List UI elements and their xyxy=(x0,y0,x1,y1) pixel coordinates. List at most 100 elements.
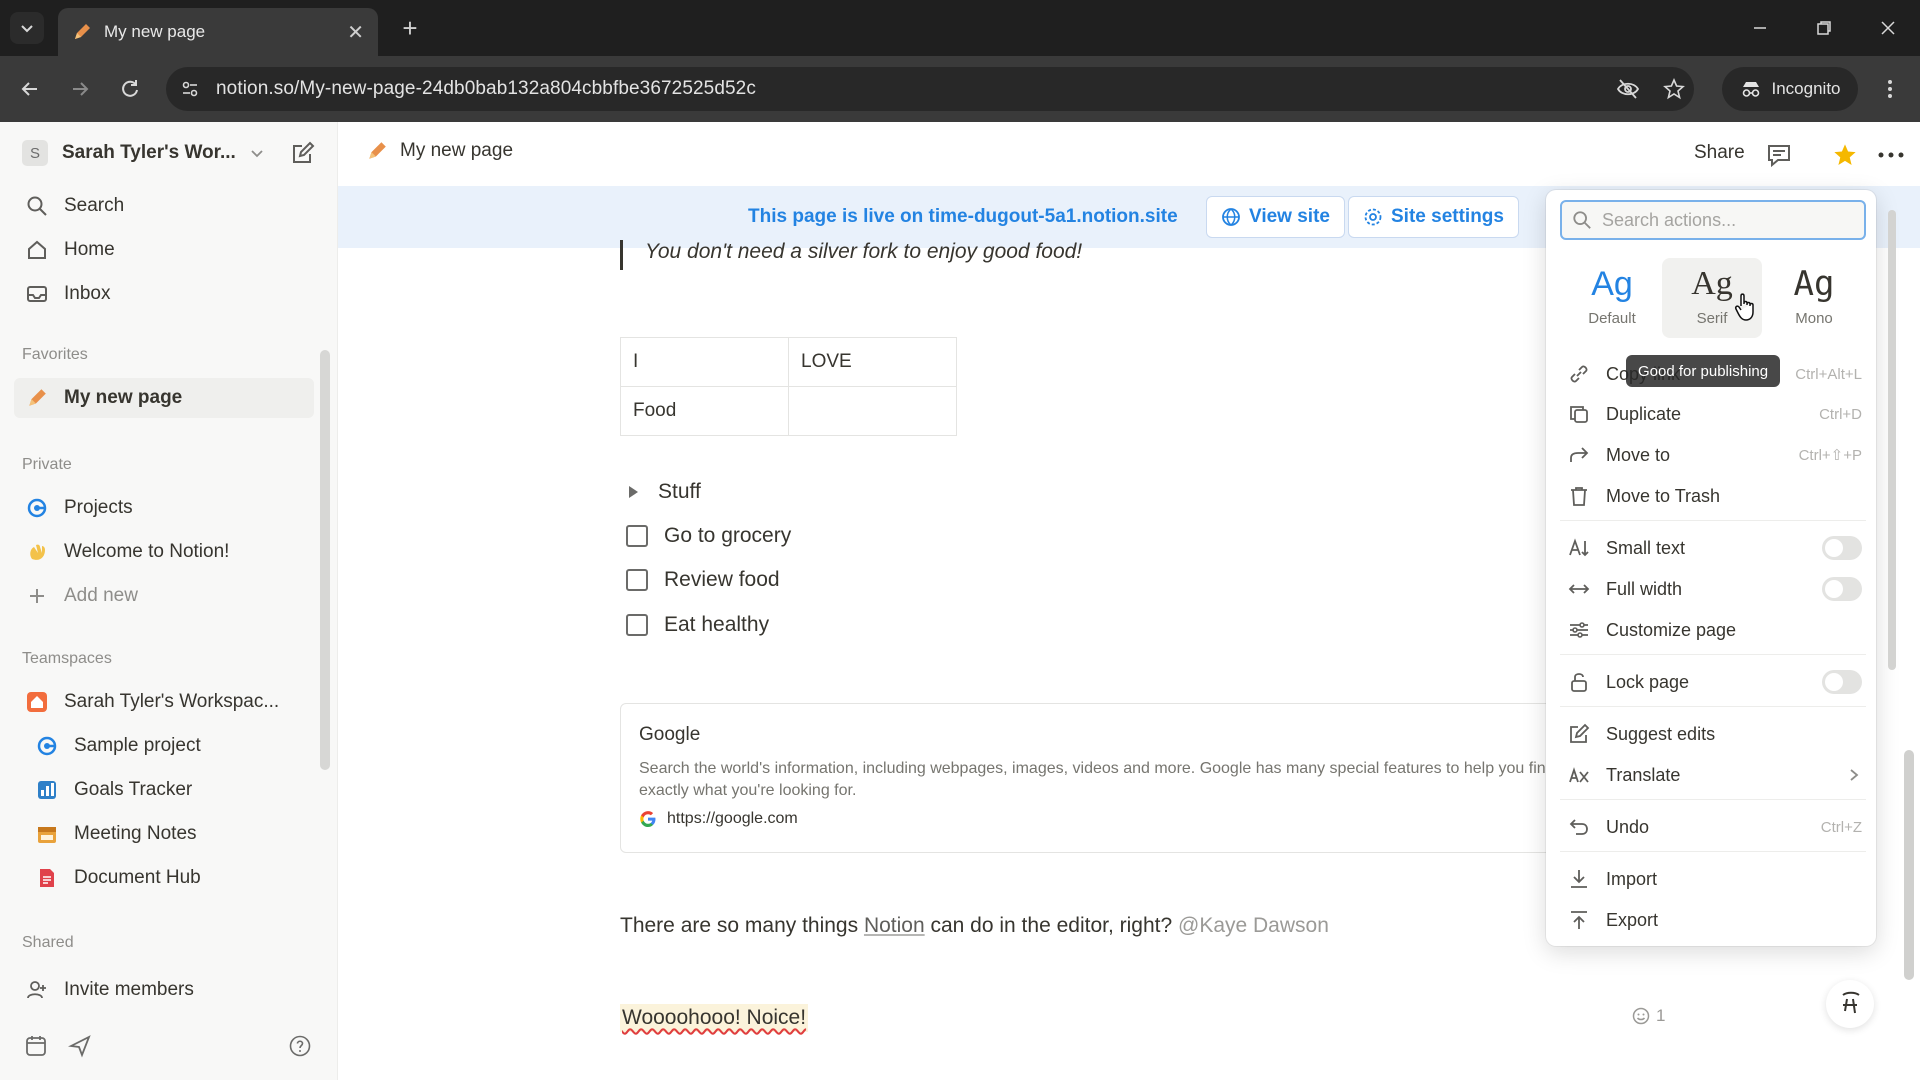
sidebar-item-label: My new page xyxy=(64,387,183,408)
todo-label[interactable]: Review food xyxy=(664,568,780,592)
restore-button[interactable] xyxy=(1804,12,1844,44)
quote-block[interactable]: You don't need a silver fork to enjoy go… xyxy=(620,240,1082,270)
breadcrumb[interactable]: My new page xyxy=(366,140,513,162)
notion-link[interactable]: Notion xyxy=(864,914,925,937)
url-field[interactable]: notion.so/My-new-page-24db0bab132a804cbb… xyxy=(166,67,1694,111)
font-option-mono[interactable]: Ag Mono xyxy=(1764,258,1864,338)
menu-item-label: Translate xyxy=(1606,764,1681,785)
favorite-button[interactable] xyxy=(1832,142,1858,168)
minimize-button[interactable] xyxy=(1740,12,1780,44)
bookmark-title: Google xyxy=(639,724,701,745)
menu-item-undo[interactable]: Undo Ctrl+Z xyxy=(1560,809,1866,845)
hand-cursor-icon xyxy=(1735,293,1754,321)
menu-item-full-width[interactable]: Full width xyxy=(1560,571,1866,607)
toggle-label: Stuff xyxy=(658,480,701,503)
menu-item-small-text[interactable]: Small text xyxy=(1560,530,1866,566)
todo-checkbox[interactable] xyxy=(626,525,648,547)
new-tab-button[interactable]: + xyxy=(396,13,424,43)
sidebar-scrollbar[interactable] xyxy=(320,350,330,770)
incognito-badge[interactable]: Incognito xyxy=(1722,67,1858,111)
reload-button[interactable] xyxy=(114,73,146,105)
menu-scrollbar[interactable] xyxy=(1888,210,1896,670)
toggle-block[interactable]: Stuff xyxy=(626,480,701,504)
new-page-button[interactable] xyxy=(290,140,316,166)
tab-list-button[interactable] xyxy=(10,12,44,44)
menu-item-suggest-edits[interactable]: Suggest edits xyxy=(1560,716,1866,752)
table-cell[interactable] xyxy=(788,386,957,436)
actions-search-input[interactable] xyxy=(1602,209,1852,231)
more-options-button[interactable] xyxy=(1878,152,1904,158)
highlighted-text-block[interactable]: Woooohooo! Noice! xyxy=(620,1004,809,1032)
menu-item-duplicate[interactable]: Duplicate Ctrl+D xyxy=(1560,396,1866,432)
incognito-label: Incognito xyxy=(1771,79,1841,98)
view-site-label: View site xyxy=(1249,206,1330,227)
comment-icon xyxy=(1768,145,1790,168)
menu-item-move-to[interactable]: Move to Ctrl+⇧+P xyxy=(1560,437,1866,473)
workspace-switcher[interactable]: S Sarah Tyler's Wor... xyxy=(22,136,322,170)
comments-button[interactable] xyxy=(1766,142,1792,168)
sidebar-item-welcome[interactable]: Welcome to Notion! xyxy=(14,532,314,572)
sidebar-item-sample-project[interactable]: Sample project xyxy=(14,726,314,766)
triangle-right-icon[interactable] xyxy=(626,485,640,499)
sidebar-item-add-new[interactable]: Add new xyxy=(14,576,314,616)
sidebar-item-inbox[interactable]: Inbox xyxy=(14,274,314,314)
help-button[interactable] xyxy=(288,1034,312,1058)
table-cell[interactable]: Food xyxy=(620,386,789,436)
todo-label[interactable]: Go to grocery xyxy=(664,524,791,548)
todo-checkbox[interactable] xyxy=(626,569,648,591)
todo-checkbox[interactable] xyxy=(626,614,648,636)
mail-app-button[interactable] xyxy=(68,1034,92,1058)
inbox-icon xyxy=(24,281,50,307)
browser-menu-button[interactable] xyxy=(1874,73,1906,105)
sidebar-item-projects[interactable]: Projects xyxy=(14,488,314,528)
sidebar-item-document-hub[interactable]: Document Hub xyxy=(14,858,314,898)
bookmark-star-button[interactable] xyxy=(1658,73,1690,105)
notion-ai-button[interactable] xyxy=(1826,980,1874,1028)
sidebar-item-workspace-teamspace[interactable]: Sarah Tyler's Workspac... xyxy=(14,682,314,722)
arrow-right-icon xyxy=(73,82,89,96)
view-site-button[interactable]: View site xyxy=(1206,196,1345,238)
menu-item-export[interactable]: Export xyxy=(1560,902,1866,938)
menu-item-move-to-trash[interactable]: Move to Trash xyxy=(1560,478,1866,514)
home-icon xyxy=(24,237,50,263)
share-button[interactable]: Share xyxy=(1694,142,1745,164)
menu-item-customize-page[interactable]: Customize page xyxy=(1560,612,1866,648)
sidebar-item-meeting-notes[interactable]: Meeting Notes xyxy=(14,814,314,854)
browser-tab[interactable]: My new page ✕ xyxy=(58,8,378,56)
user-mention[interactable]: @Kaye Dawson xyxy=(1178,914,1329,937)
comment-reaction[interactable]: 1 xyxy=(1632,1006,1665,1026)
close-window-button[interactable] xyxy=(1868,12,1908,44)
full-width-toggle[interactable] xyxy=(1822,577,1862,601)
calendar-app-button[interactable] xyxy=(24,1034,48,1058)
site-info-icon[interactable] xyxy=(180,79,200,99)
eye-off-icon xyxy=(1616,79,1640,99)
back-button[interactable] xyxy=(14,73,46,105)
font-option-default[interactable]: Ag Default xyxy=(1562,258,1662,338)
text-block[interactable]: There are so many things Notion can do i… xyxy=(620,914,1329,938)
sidebar-item-invite-members[interactable]: Invite members xyxy=(14,970,314,1010)
simple-table[interactable]: I LOVE Food xyxy=(620,337,957,436)
url-text: notion.so/My-new-page-24db0bab132a804cbb… xyxy=(216,78,756,99)
sidebar-item-goals-tracker[interactable]: Goals Tracker xyxy=(14,770,314,810)
site-settings-button[interactable]: Site settings xyxy=(1348,196,1519,238)
lock-page-toggle[interactable] xyxy=(1822,670,1862,694)
menu-item-import[interactable]: Import xyxy=(1560,861,1866,897)
sidebar-item-search[interactable]: Search xyxy=(14,186,314,226)
menu-item-lock-page[interactable]: Lock page xyxy=(1560,664,1866,700)
sidebar-item-home[interactable]: Home xyxy=(14,230,314,270)
trash-icon xyxy=(1566,483,1592,509)
menu-item-translate[interactable]: Translate xyxy=(1560,757,1866,793)
page-scrollbar[interactable] xyxy=(1904,190,1914,980)
bookmark-block[interactable]: Google Search the world's information, i… xyxy=(620,703,1620,853)
small-text-toggle[interactable] xyxy=(1822,536,1862,560)
sidebar-item-my-new-page[interactable]: My new page xyxy=(14,378,314,418)
close-tab-icon[interactable]: ✕ xyxy=(347,20,364,45)
actions-search-field[interactable] xyxy=(1560,200,1866,240)
page-scrollbar-thumb[interactable] xyxy=(1904,750,1914,980)
eye-off-button[interactable] xyxy=(1612,73,1644,105)
todo-label[interactable]: Eat healthy xyxy=(664,613,769,637)
table-cell[interactable]: LOVE xyxy=(788,337,957,387)
menu-divider xyxy=(1560,654,1866,655)
table-cell[interactable]: I xyxy=(620,337,789,387)
forward-button[interactable] xyxy=(64,73,96,105)
